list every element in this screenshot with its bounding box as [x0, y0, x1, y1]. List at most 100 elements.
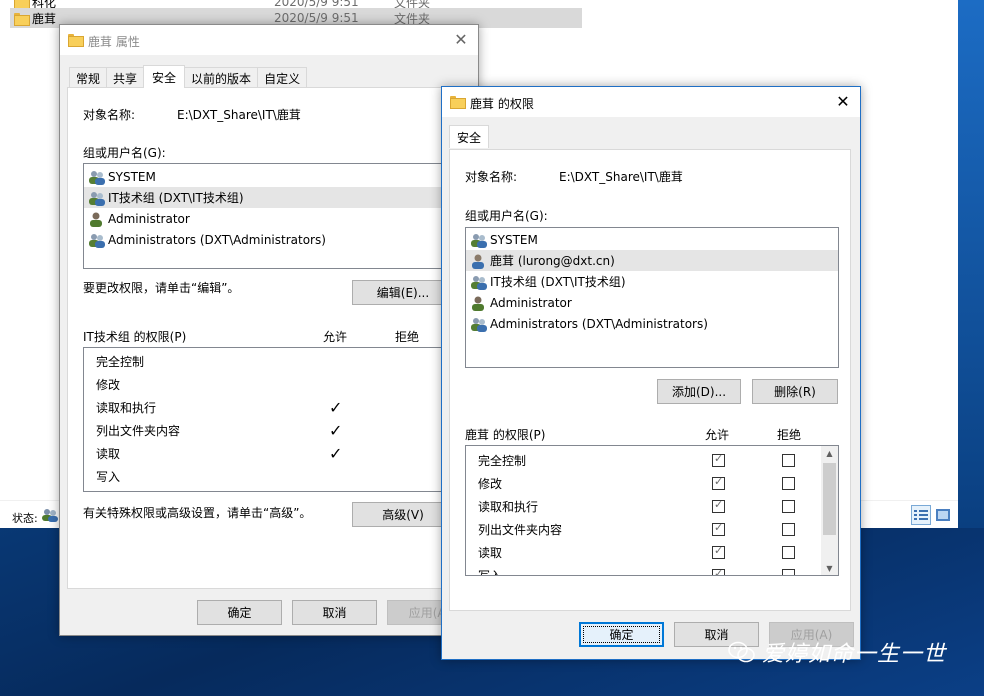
permission-row: 读取: [96, 447, 121, 461]
list-item-selected[interactable]: IT技术组 (DXT\IT技术组): [84, 187, 458, 208]
list-item[interactable]: SYSTEM: [84, 166, 458, 187]
cancel-button[interactable]: 取消: [292, 600, 377, 625]
deny-checkbox[interactable]: [782, 477, 795, 490]
checkmark-icon: ✓: [329, 398, 343, 417]
desktop-edge: [958, 0, 984, 528]
object-name-label: 对象名称:: [465, 170, 518, 184]
group-user-icon: [89, 170, 105, 185]
close-icon: ✕: [836, 92, 850, 111]
folder-icon: [450, 96, 466, 109]
scroll-up-icon[interactable]: ▲: [821, 449, 838, 458]
list-item[interactable]: IT技术组 (DXT\IT技术组): [466, 271, 838, 292]
tab-strip: 常规 共享 安全 以前的版本 自定义: [69, 65, 308, 88]
add-button[interactable]: 添加(D)...: [657, 379, 741, 404]
user-name: Administrators (DXT\Administrators): [490, 316, 708, 331]
tab-security[interactable]: 安全: [449, 125, 490, 148]
watermark-text: 爱婷如命一生一世: [762, 642, 947, 667]
checkmark-icon: ✓: [329, 444, 343, 463]
properties-window: 鹿茸 属性 ✕ 常规 共享 安全 以前的版本 自定义 对象名称: E:\DXT_…: [59, 24, 479, 636]
group-user-icon: [471, 233, 487, 248]
list-item[interactable]: Administrator: [466, 292, 838, 313]
list-item[interactable]: Administrators (DXT\Administrators): [84, 229, 458, 250]
scrollbar[interactable]: ▲ ▼: [821, 446, 838, 575]
tab-previous-versions[interactable]: 以前的版本: [184, 67, 259, 88]
user-name: SYSTEM: [490, 232, 538, 247]
list-item[interactable]: SYSTEM: [466, 229, 838, 250]
close-button[interactable]: ✕: [826, 87, 860, 116]
permissions-list: 完全控制 修改 读取和执行 列出文件夹内容 读取 写入 ✓ ✓ ✓: [83, 347, 459, 492]
allow-checkbox[interactable]: ✓: [712, 567, 725, 576]
permissions-list: 完全控制 修改 读取和执行 列出文件夹内容 读取 写入 ✓ ✓ ✓ ✓ ✓ ✓ …: [465, 445, 839, 576]
deny-checkbox[interactable]: [782, 454, 795, 467]
user-name: IT技术组 (DXT\IT技术组): [108, 191, 244, 205]
allow-checkbox[interactable]: ✓: [712, 452, 725, 467]
window-title: 鹿茸 的权限: [470, 97, 534, 111]
checkmark-icon: ✓: [714, 521, 724, 534]
allow-checkbox[interactable]: ✓: [712, 521, 725, 536]
folder-icon: [68, 34, 84, 47]
wechat-icon: [728, 641, 755, 663]
permission-row: 完全控制: [96, 355, 145, 369]
group-user-label: 组或用户名(G):: [83, 146, 166, 160]
user-name: Administrator: [490, 295, 572, 310]
deny-checkbox[interactable]: [782, 523, 795, 536]
single-user-icon: [472, 296, 484, 311]
window-title: 鹿茸 属性: [88, 35, 140, 49]
deny-checkbox[interactable]: [782, 500, 795, 513]
title-bar[interactable]: 鹿茸 的权限 ✕: [442, 87, 860, 117]
file-date: 2020/5/9 9:51: [274, 11, 359, 25]
permission-row: 读取: [478, 546, 503, 560]
tab-general[interactable]: 常规: [69, 67, 108, 88]
list-item-selected[interactable]: 鹿茸 (lurong@dxt.cn): [466, 250, 838, 271]
file-name: 鹿茸: [32, 11, 57, 26]
scroll-thumb[interactable]: [823, 463, 836, 535]
permission-row: 修改: [96, 378, 121, 392]
single-user-icon: [472, 254, 484, 269]
user-list: SYSTEM IT技术组 (DXT\IT技术组) Administrator A…: [83, 163, 459, 269]
large-icons-view-icon[interactable]: [933, 505, 953, 525]
tab-sharing[interactable]: 共享: [106, 67, 145, 88]
permission-row: 列出文件夹内容: [478, 523, 563, 537]
permission-row: 完全控制: [478, 454, 527, 468]
edit-button[interactable]: 编辑(E)...: [352, 280, 454, 305]
advanced-hint: 有关特殊权限或高级设置，请单击“高级”。: [83, 506, 312, 520]
checkmark-icon: ✓: [329, 421, 343, 440]
user-name: Administrator: [108, 211, 190, 226]
permission-row: 读取和执行: [478, 500, 539, 514]
ok-button-label: 确定: [609, 628, 634, 642]
edit-hint: 要更改权限，请单击“编辑”。: [83, 281, 240, 295]
ok-button[interactable]: 确定: [197, 600, 282, 625]
deny-checkbox[interactable]: [782, 569, 795, 575]
single-user-icon: [90, 212, 102, 227]
remove-button[interactable]: 删除(R): [752, 379, 838, 404]
tab-security[interactable]: 安全: [143, 65, 186, 88]
security-panel: 对象名称: E:\DXT_Share\IT\鹿茸 组或用户名(G): SYSTE…: [67, 87, 471, 589]
deny-header: 拒绝: [777, 428, 802, 442]
permission-row: 写入: [96, 470, 121, 484]
ok-button[interactable]: 确定: [579, 622, 664, 647]
object-name-label: 对象名称:: [83, 108, 136, 122]
group-user-icon: [471, 317, 487, 332]
allow-checkbox[interactable]: ✓: [712, 475, 725, 490]
checkmark-icon: ✓: [714, 544, 724, 557]
allow-checkbox[interactable]: ✓: [712, 498, 725, 513]
permission-row: 修改: [478, 477, 503, 491]
user-name: SYSTEM: [108, 169, 156, 184]
title-bar[interactable]: 鹿茸 属性 ✕: [60, 25, 478, 55]
scroll-down-icon[interactable]: ▼: [821, 564, 838, 573]
list-item[interactable]: Administrator: [84, 208, 458, 229]
advanced-button[interactable]: 高级(V): [352, 502, 454, 527]
allow-checkbox[interactable]: ✓: [712, 544, 725, 559]
tab-customize[interactable]: 自定义: [257, 67, 308, 88]
object-path: E:\DXT_Share\IT\鹿茸: [559, 170, 683, 184]
checkmark-icon: ✓: [714, 567, 724, 576]
details-view-icon[interactable]: [911, 505, 931, 525]
group-user-label: 组或用户名(G):: [465, 209, 548, 223]
folder-icon: [14, 12, 30, 26]
list-item[interactable]: Administrators (DXT\Administrators): [466, 313, 838, 334]
group-user-icon: [42, 509, 58, 522]
deny-checkbox[interactable]: [782, 546, 795, 559]
allow-header: 允许: [705, 428, 730, 442]
close-button[interactable]: ✕: [444, 25, 478, 54]
checkmark-icon: ✓: [714, 475, 724, 488]
